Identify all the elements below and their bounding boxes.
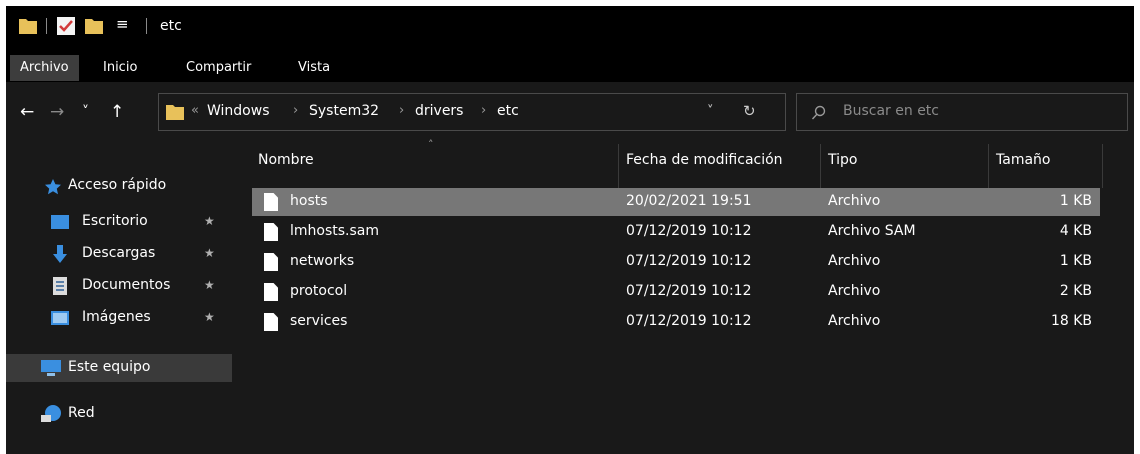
file-icon: [264, 313, 278, 331]
tab-vista[interactable]: Vista: [298, 55, 330, 81]
folder-icon: [166, 105, 184, 120]
file-name: protocol: [290, 283, 348, 299]
file-size: 2 KB: [1059, 283, 1092, 299]
file-icon: [264, 253, 278, 271]
pin-icon[interactable]: ★: [204, 310, 215, 324]
tab-inicio[interactable]: Inicio: [103, 55, 137, 81]
this-pc-icon: [41, 360, 61, 376]
breadcrumb-system32[interactable]: System32: [309, 103, 379, 119]
sidebar-item-imagenes[interactable]: Imágenes ★: [6, 304, 232, 332]
sidebar-item-escritorio[interactable]: Escritorio ★: [6, 208, 232, 236]
pin-icon[interactable]: ★: [204, 214, 215, 228]
ribbon-tabs: Archivo Inicio Compartir Vista: [6, 48, 1134, 82]
documents-icon: [53, 277, 67, 295]
sidebar-item-label: Acceso rápido: [68, 177, 167, 193]
tab-archivo[interactable]: Archivo: [10, 55, 79, 81]
desktop-icon: [51, 215, 69, 229]
file-modified: 07/12/2019 10:12: [626, 313, 752, 329]
forward-arrow-icon[interactable]: →: [50, 102, 64, 122]
window-title: etc: [160, 18, 182, 34]
breadcrumb-windows[interactable]: Windows: [207, 103, 270, 119]
file-size: 1 KB: [1059, 253, 1092, 269]
sidebar-item-label: Imágenes: [82, 309, 151, 325]
column-header-type[interactable]: Tipo: [828, 152, 857, 168]
breadcrumb-overflow[interactable]: «: [191, 103, 199, 118]
file-type: Archivo: [828, 313, 881, 329]
network-icon: [41, 405, 61, 422]
title-bar: ≡ etc: [6, 6, 1134, 48]
search-icon: [811, 105, 826, 120]
sidebar-item-este-equipo[interactable]: Este equipo: [6, 354, 232, 382]
file-modified: 07/12/2019 10:12: [626, 223, 752, 239]
file-modified: 07/12/2019 10:12: [626, 253, 752, 269]
file-type: Archivo: [828, 283, 881, 299]
column-resize-handle[interactable]: [1102, 144, 1103, 188]
column-header-modified[interactable]: Fecha de modificación: [626, 152, 783, 168]
customize-dropdown-icon[interactable]: ≡: [116, 15, 129, 33]
column-resize-handle[interactable]: [988, 144, 989, 188]
navigation-pane: Acceso rápido Escritorio ★ Descargas ★ D…: [6, 140, 232, 454]
file-name: hosts: [290, 193, 328, 209]
sidebar-item-acceso-rapido[interactable]: Acceso rápido: [6, 172, 232, 200]
file-size: 1 KB: [1059, 193, 1092, 209]
file-row-lmhosts[interactable]: lmhosts.sam 07/12/2019 10:12 Archivo SAM…: [252, 218, 1100, 246]
breadcrumb-separator[interactable]: ›: [481, 103, 486, 118]
column-header-name[interactable]: Nombre: [258, 152, 314, 168]
new-folder-icon[interactable]: [84, 16, 104, 36]
search-box[interactable]: Buscar en etc: [796, 93, 1128, 131]
file-row-networks[interactable]: networks 07/12/2019 10:12 Archivo 1 KB: [252, 248, 1100, 276]
downloads-icon: [53, 245, 67, 263]
folder-icon: [19, 19, 37, 34]
pictures-icon: [51, 311, 69, 325]
column-resize-handle[interactable]: [820, 144, 821, 188]
up-arrow-icon[interactable]: ↑: [110, 102, 124, 122]
breadcrumb-separator[interactable]: ›: [399, 103, 404, 118]
file-row-protocol[interactable]: protocol 07/12/2019 10:12 Archivo 2 KB: [252, 278, 1100, 306]
refresh-icon[interactable]: ↻: [743, 102, 756, 120]
sidebar-item-label: Este equipo: [68, 359, 151, 375]
file-size: 4 KB: [1059, 223, 1092, 239]
file-row-hosts[interactable]: hosts 20/02/2021 19:51 Archivo 1 KB: [252, 188, 1100, 216]
breadcrumb-etc[interactable]: etc: [497, 103, 519, 119]
file-name: services: [290, 313, 348, 329]
file-size: 18 KB: [1050, 313, 1092, 329]
file-modified: 07/12/2019 10:12: [626, 283, 752, 299]
file-modified: 20/02/2021 19:51: [626, 193, 752, 209]
file-name: networks: [290, 253, 355, 269]
sidebar-item-label: Red: [68, 405, 95, 421]
sidebar-item-label: Documentos: [82, 277, 171, 293]
column-resize-handle[interactable]: [618, 144, 619, 188]
file-icon: [264, 223, 278, 241]
file-name: lmhosts.sam: [290, 223, 380, 239]
sidebar-item-red[interactable]: Red: [6, 400, 232, 428]
sort-ascending-icon: ˄: [428, 138, 434, 151]
sidebar-item-label: Escritorio: [82, 213, 148, 229]
file-type: Archivo: [828, 193, 881, 209]
recent-locations-icon[interactable]: ˅: [82, 104, 89, 120]
sidebar-item-label: Descargas: [82, 245, 156, 261]
file-icon: [264, 193, 278, 211]
file-type: Archivo: [828, 253, 881, 269]
star-icon: [45, 179, 61, 195]
address-bar[interactable]: « Windows › System32 › drivers › etc ˅ ↻: [158, 93, 786, 131]
pane-divider[interactable]: [232, 140, 233, 454]
file-icon: [264, 283, 278, 301]
toolbar-separator: [46, 18, 47, 34]
file-row-services[interactable]: services 07/12/2019 10:12 Archivo 18 KB: [252, 308, 1100, 336]
column-header-size[interactable]: Tamaño: [996, 152, 1050, 168]
file-explorer-window: ≡ etc Archivo Inicio Compartir Vista ← →…: [6, 6, 1134, 454]
file-type: Archivo SAM: [828, 223, 916, 239]
properties-check-icon[interactable]: [56, 16, 76, 36]
breadcrumb-drivers[interactable]: drivers: [415, 103, 463, 119]
breadcrumb-separator[interactable]: ›: [293, 103, 298, 118]
sidebar-item-documentos[interactable]: Documentos ★: [6, 272, 232, 300]
pin-icon[interactable]: ★: [204, 246, 215, 260]
tab-compartir[interactable]: Compartir: [186, 55, 251, 81]
back-arrow-icon[interactable]: ←: [20, 102, 34, 122]
address-dropdown-icon[interactable]: ˅: [707, 104, 714, 119]
toolbar-separator: [146, 18, 147, 34]
pin-icon[interactable]: ★: [204, 278, 215, 292]
search-placeholder: Buscar en etc: [843, 103, 939, 119]
sidebar-item-descargas[interactable]: Descargas ★: [6, 240, 232, 268]
